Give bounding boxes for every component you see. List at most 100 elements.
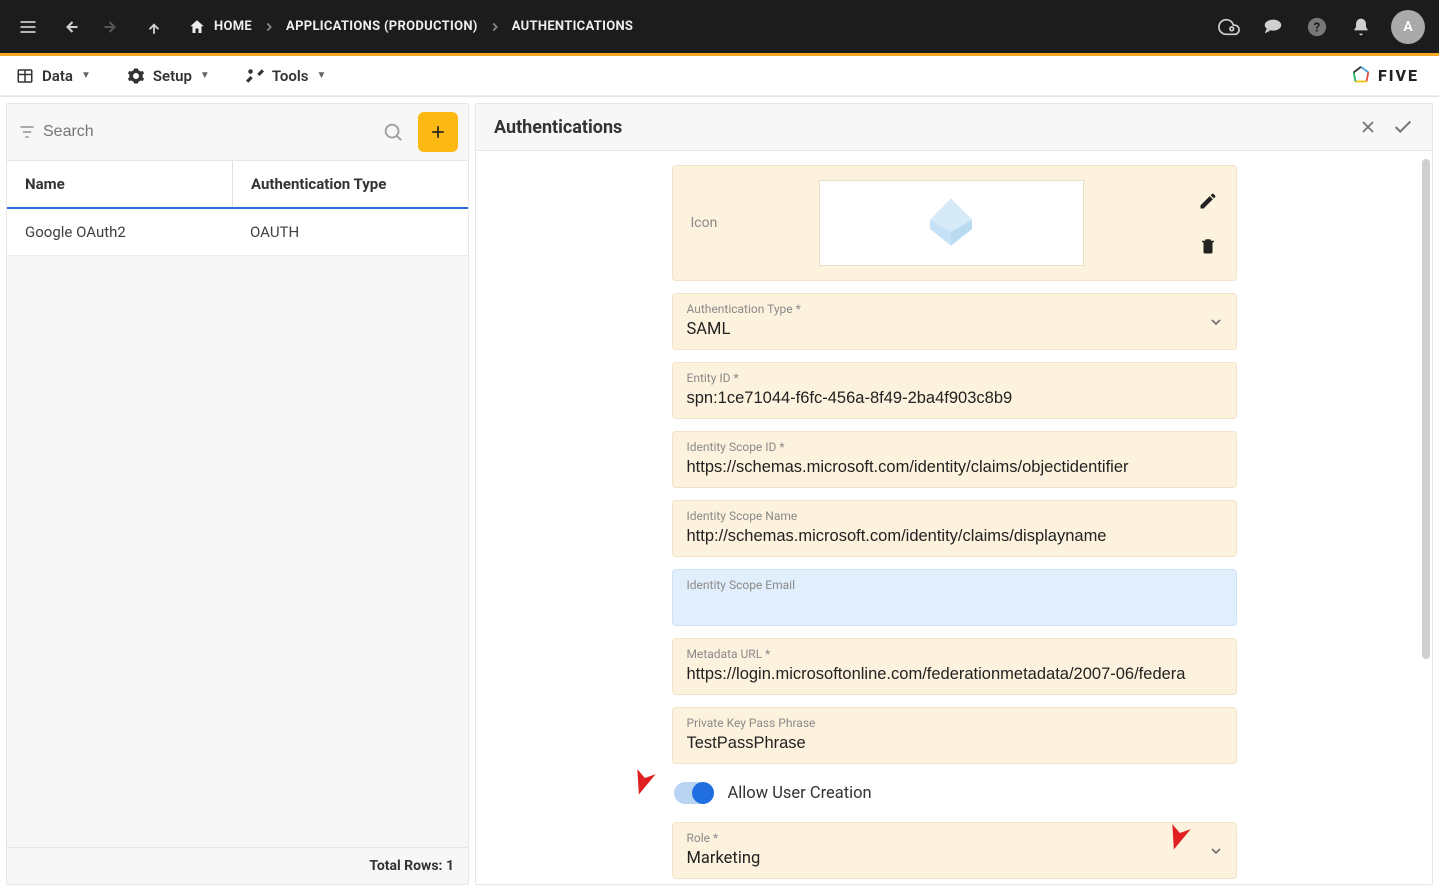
breadcrumb-applications[interactable]: APPLICATIONS (PRODUCTION) — [286, 19, 478, 34]
bell-icon[interactable] — [1347, 13, 1375, 41]
passphrase-field[interactable]: Private Key Pass Phrase — [672, 707, 1237, 764]
table-header: Name Authentication Type — [7, 161, 468, 209]
forward-icon — [98, 13, 126, 41]
table-row[interactable]: Google OAuth2 OAUTH — [7, 209, 468, 256]
form-body: Icon — [476, 151, 1432, 884]
caret-down-icon: ▼ — [81, 70, 91, 81]
form-inner: Icon — [672, 165, 1237, 879]
menu-tools[interactable]: Tools ▼ — [246, 67, 327, 85]
delete-icon[interactable] — [1199, 237, 1217, 255]
add-button[interactable] — [418, 112, 458, 152]
icon-field: Icon — [672, 165, 1237, 281]
menu-label: Data — [42, 67, 73, 85]
auth-type-field[interactable]: Authentication Type * SAML — [672, 293, 1237, 350]
chevron-down-icon — [1208, 843, 1224, 859]
field-value[interactable] — [687, 527, 1222, 546]
table-body: Google OAuth2 OAUTH — [7, 209, 468, 256]
field-value[interactable] — [687, 734, 1222, 753]
tools-icon — [246, 67, 264, 85]
metadata-url-field[interactable]: Metadata URL * — [672, 638, 1237, 695]
arrow-annotation — [619, 755, 667, 803]
column-type[interactable]: Authentication Type — [232, 161, 468, 207]
menu-setup[interactable]: Setup ▼ — [127, 67, 210, 85]
breadcrumb-label: HOME — [214, 19, 252, 34]
field-label: Identity Scope ID * — [687, 440, 1222, 454]
help-icon[interactable]: ? — [1303, 13, 1331, 41]
topbar-left: HOME APPLICATIONS (PRODUCTION) AUTHENTIC… — [14, 13, 633, 41]
auth-table: Name Authentication Type Google OAuth2 O… — [7, 160, 468, 256]
search-row — [7, 104, 468, 160]
breadcrumb: HOME APPLICATIONS (PRODUCTION) AUTHENTIC… — [188, 18, 633, 36]
svg-text:?: ? — [1314, 20, 1320, 35]
cloud-icon[interactable] — [1215, 13, 1243, 41]
topbar: HOME APPLICATIONS (PRODUCTION) AUTHENTIC… — [0, 0, 1439, 53]
chevron-right-icon — [488, 20, 502, 34]
sidebar-panel: Name Authentication Type Google OAuth2 O… — [6, 103, 469, 885]
scope-email-field[interactable]: Identity Scope Email — [672, 569, 1237, 626]
avatar[interactable]: A — [1391, 10, 1425, 44]
plus-icon — [428, 122, 448, 142]
caret-down-icon: ▼ — [200, 70, 210, 81]
up-icon[interactable] — [140, 13, 168, 41]
field-value[interactable] — [687, 596, 1222, 615]
field-label: Icon — [691, 215, 801, 231]
scope-id-field[interactable]: Identity Scope ID * — [672, 431, 1237, 488]
menu-label: Tools — [272, 67, 309, 85]
icon-preview[interactable] — [819, 180, 1084, 266]
content-header: Authentications — [476, 104, 1432, 151]
brand-name: FIVE — [1378, 66, 1419, 85]
search-input[interactable] — [43, 123, 376, 141]
cell-type: OAUTH — [232, 209, 468, 255]
scope-name-field[interactable]: Identity Scope Name — [672, 500, 1237, 557]
home-icon — [188, 18, 206, 36]
menu-data[interactable]: Data ▼ — [16, 67, 91, 85]
logo-icon — [1350, 65, 1372, 87]
footer-label: Total Rows: — [369, 858, 442, 874]
field-value: Marketing — [687, 849, 1222, 868]
field-value[interactable] — [687, 458, 1222, 477]
breadcrumb-label: AUTHENTICATIONS — [512, 19, 634, 34]
entity-id-field[interactable]: Entity ID * — [672, 362, 1237, 419]
breadcrumb-label: APPLICATIONS (PRODUCTION) — [286, 19, 478, 34]
field-value[interactable] — [687, 389, 1222, 408]
scrollbar[interactable] — [1422, 159, 1430, 659]
field-label: Identity Scope Email — [687, 578, 1222, 592]
avatar-initial: A — [1403, 19, 1412, 35]
chevron-right-icon — [262, 20, 276, 34]
content-panel: Authentications Icon — [475, 103, 1433, 885]
topbar-right: ? A — [1215, 10, 1425, 44]
field-value[interactable] — [687, 665, 1222, 684]
gear-icon — [127, 67, 145, 85]
back-icon[interactable] — [56, 13, 84, 41]
breadcrumb-authentications[interactable]: AUTHENTICATIONS — [512, 19, 634, 34]
toggle-label: Allow User Creation — [728, 784, 872, 803]
menubar: Data ▼ Setup ▼ Tools ▼ FIVE — [0, 56, 1439, 96]
chevron-down-icon — [1208, 314, 1224, 330]
allow-user-creation-row: Allow User Creation — [672, 776, 1237, 810]
field-label: Authentication Type * — [687, 302, 1222, 316]
role-field[interactable]: Role * Marketing — [672, 822, 1237, 879]
brand-logo: FIVE — [1350, 65, 1419, 87]
table-icon — [16, 67, 34, 85]
check-icon[interactable] — [1392, 116, 1414, 138]
menu-label: Setup — [153, 67, 192, 85]
page-title: Authentications — [494, 117, 1344, 138]
search-icon[interactable] — [382, 121, 404, 143]
main: Name Authentication Type Google OAuth2 O… — [0, 96, 1439, 891]
footer-count: 1 — [446, 858, 454, 874]
breadcrumb-home[interactable]: HOME — [188, 18, 252, 36]
field-label: Identity Scope Name — [687, 509, 1222, 523]
field-value: SAML — [687, 320, 1222, 339]
sidebar-footer: Total Rows: 1 — [7, 847, 468, 884]
close-icon[interactable] — [1358, 117, 1378, 137]
column-name[interactable]: Name — [7, 161, 232, 207]
toggle-knob — [692, 782, 714, 804]
placeholder-icon — [921, 193, 981, 253]
field-label: Metadata URL * — [687, 647, 1222, 661]
allow-user-creation-toggle[interactable] — [674, 782, 714, 804]
edit-icon[interactable] — [1198, 191, 1218, 211]
chat-icon[interactable] — [1259, 13, 1287, 41]
menu-icon[interactable] — [14, 13, 42, 41]
field-label: Role * — [687, 831, 1222, 845]
filter-icon[interactable] — [17, 122, 37, 142]
